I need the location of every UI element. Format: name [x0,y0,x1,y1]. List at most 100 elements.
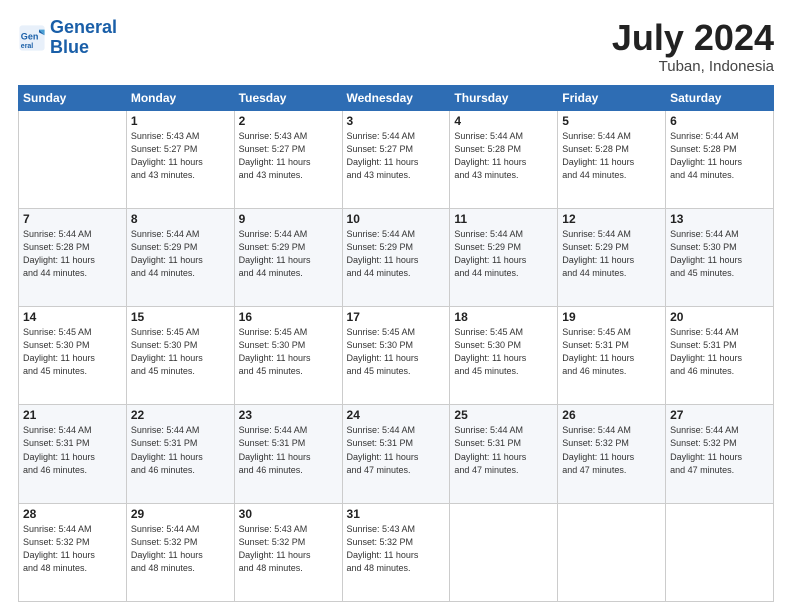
table-row: 28 Sunrise: 5:44 AM Sunset: 5:32 PM Dayli… [19,503,127,601]
day-info: Sunrise: 5:45 AM Sunset: 5:30 PM Dayligh… [239,326,338,378]
calendar-header-row: Sunday Monday Tuesday Wednesday Thursday… [19,85,774,110]
calendar-week-row: 28 Sunrise: 5:44 AM Sunset: 5:32 PM Dayli… [19,503,774,601]
table-row: 13 Sunrise: 5:44 AM Sunset: 5:30 PM Dayli… [666,208,774,306]
table-row: 21Sunrise: 5:44 AM Sunset: 5:31 PM Dayli… [19,405,127,503]
calendar-week-row: 7Sunrise: 5:44 AM Sunset: 5:28 PM Daylig… [19,208,774,306]
day-info: Sunrise: 5:44 AM Sunset: 5:29 PM Dayligh… [347,228,446,280]
day-number: 28 [23,507,122,521]
table-row: 27 Sunrise: 5:44 AM Sunset: 5:32 PM Dayli… [666,405,774,503]
table-row: 5 Sunrise: 5:44 AM Sunset: 5:28 PM Daylig… [558,110,666,208]
logo-blue: Blue [50,37,89,57]
table-row [450,503,558,601]
table-row: 8 Sunrise: 5:44 AM Sunset: 5:29 PM Daylig… [126,208,234,306]
day-info: Sunrise: 5:44 AM Sunset: 5:30 PM Dayligh… [670,228,769,280]
day-number: 24 [347,408,446,422]
day-number: 30 [239,507,338,521]
table-row: 26 Sunrise: 5:44 AM Sunset: 5:32 PM Dayli… [558,405,666,503]
calendar-table: Sunday Monday Tuesday Wednesday Thursday… [18,85,774,602]
day-number: 9 [239,212,338,226]
day-number: 2 [239,114,338,128]
day-info: Sunrise: 5:44 AM Sunset: 5:28 PM Dayligh… [454,130,553,182]
day-number: 29 [131,507,230,521]
table-row: 24 Sunrise: 5:44 AM Sunset: 5:31 PM Dayli… [342,405,450,503]
logo-general: General [50,17,117,37]
day-info: Sunrise: 5:44 AM Sunset: 5:29 PM Dayligh… [131,228,230,280]
logo-icon: Gen eral [18,24,46,52]
day-info: Sunrise: 5:43 AM Sunset: 5:27 PM Dayligh… [131,130,230,182]
table-row [666,503,774,601]
day-info: Sunrise: 5:44 AM Sunset: 5:32 PM Dayligh… [131,523,230,575]
day-number: 23 [239,408,338,422]
day-number: 16 [239,310,338,324]
day-info: Sunrise: 5:45 AM Sunset: 5:30 PM Dayligh… [23,326,122,378]
day-info: Sunrise: 5:44 AM Sunset: 5:29 PM Dayligh… [562,228,661,280]
day-number: 8 [131,212,230,226]
day-info: Sunrise: 5:44 AM Sunset: 5:32 PM Dayligh… [562,424,661,476]
calendar-week-row: 1 Sunrise: 5:43 AM Sunset: 5:27 PM Daylig… [19,110,774,208]
day-number: 6 [670,114,769,128]
day-number: 22 [131,408,230,422]
month-title: July 2024 [612,18,774,58]
col-saturday: Saturday [666,85,774,110]
calendar-week-row: 21 Sunrise: 5:44 AM Sunset: 5:31 PM Dayli… [19,405,774,503]
table-row [558,503,666,601]
table-row: 31 Sunrise: 5:43 AM Sunset: 5:32 PM Dayli… [342,503,450,601]
day-number: 13 [670,212,769,226]
table-row: 2Sunrise: 5:43 AM Sunset: 5:27 PM Daylig… [234,110,342,208]
col-sunday: Sunday [19,85,127,110]
day-info: Sunrise: 5:43 AM Sunset: 5:32 PM Dayligh… [239,523,338,575]
title-block: July 2024 Tuban, Indonesia [612,18,774,75]
day-info: Sunrise: 5:45 AM Sunset: 5:30 PM Dayligh… [347,326,446,378]
day-info: Sunrise: 5:45 AM Sunset: 5:31 PM Dayligh… [562,326,661,378]
table-row: 16 Sunrise: 5:45 AM Sunset: 5:30 PM Dayli… [234,307,342,405]
table-row [19,110,127,208]
day-number: 25 [454,408,553,422]
day-number: 3 [347,114,446,128]
day-info: Sunrise: 5:43 AM Sunset: 5:32 PM Dayligh… [347,523,446,575]
svg-text:eral: eral [21,43,34,50]
col-tuesday: Tuesday [234,85,342,110]
table-row: 3Sunrise: 5:44 AM Sunset: 5:27 PM Daylig… [342,110,450,208]
table-row: 6Sunrise: 5:44 AM Sunset: 5:28 PM Daylig… [666,110,774,208]
logo: Gen eral General Blue [18,18,117,58]
day-number: 21 [23,408,122,422]
day-number: 10 [347,212,446,226]
table-row: 9Sunrise: 5:44 AM Sunset: 5:29 PM Daylig… [234,208,342,306]
table-row: 19 Sunrise: 5:45 AM Sunset: 5:31 PM Dayli… [558,307,666,405]
table-row: 25 Sunrise: 5:44 AM Sunset: 5:31 PM Dayli… [450,405,558,503]
day-info: Sunrise: 5:44 AM Sunset: 5:32 PM Dayligh… [23,523,122,575]
table-row: 15 Sunrise: 5:45 AM Sunset: 5:30 PM Dayli… [126,307,234,405]
day-number: 19 [562,310,661,324]
day-number: 27 [670,408,769,422]
calendar-week-row: 14Sunrise: 5:45 AM Sunset: 5:30 PM Dayli… [19,307,774,405]
col-friday: Friday [558,85,666,110]
table-row: 30 Sunrise: 5:43 AM Sunset: 5:32 PM Dayli… [234,503,342,601]
day-info: Sunrise: 5:44 AM Sunset: 5:31 PM Dayligh… [670,326,769,378]
table-row: 22Sunrise: 5:44 AM Sunset: 5:31 PM Dayli… [126,405,234,503]
table-row: 10 Sunrise: 5:44 AM Sunset: 5:29 PM Dayli… [342,208,450,306]
col-monday: Monday [126,85,234,110]
day-number: 5 [562,114,661,128]
day-number: 31 [347,507,446,521]
day-info: Sunrise: 5:44 AM Sunset: 5:31 PM Dayligh… [239,424,338,476]
page: Gen eral General Blue July 2024 Tuban, I… [0,0,792,612]
day-number: 1 [131,114,230,128]
day-info: Sunrise: 5:44 AM Sunset: 5:31 PM Dayligh… [347,424,446,476]
table-row: 7Sunrise: 5:44 AM Sunset: 5:28 PM Daylig… [19,208,127,306]
day-info: Sunrise: 5:44 AM Sunset: 5:31 PM Dayligh… [454,424,553,476]
day-info: Sunrise: 5:45 AM Sunset: 5:30 PM Dayligh… [131,326,230,378]
table-row: 18Sunrise: 5:45 AM Sunset: 5:30 PM Dayli… [450,307,558,405]
day-number: 26 [562,408,661,422]
svg-text:Gen: Gen [21,31,39,41]
col-thursday: Thursday [450,85,558,110]
table-row: 12Sunrise: 5:44 AM Sunset: 5:29 PM Dayli… [558,208,666,306]
day-info: Sunrise: 5:44 AM Sunset: 5:28 PM Dayligh… [23,228,122,280]
table-row: 14Sunrise: 5:45 AM Sunset: 5:30 PM Dayli… [19,307,127,405]
day-info: Sunrise: 5:44 AM Sunset: 5:32 PM Dayligh… [670,424,769,476]
table-row: 23 Sunrise: 5:44 AM Sunset: 5:31 PM Dayli… [234,405,342,503]
day-info: Sunrise: 5:44 AM Sunset: 5:28 PM Dayligh… [562,130,661,182]
table-row: 17Sunrise: 5:45 AM Sunset: 5:30 PM Dayli… [342,307,450,405]
header: Gen eral General Blue July 2024 Tuban, I… [18,18,774,75]
day-number: 15 [131,310,230,324]
day-info: Sunrise: 5:45 AM Sunset: 5:30 PM Dayligh… [454,326,553,378]
